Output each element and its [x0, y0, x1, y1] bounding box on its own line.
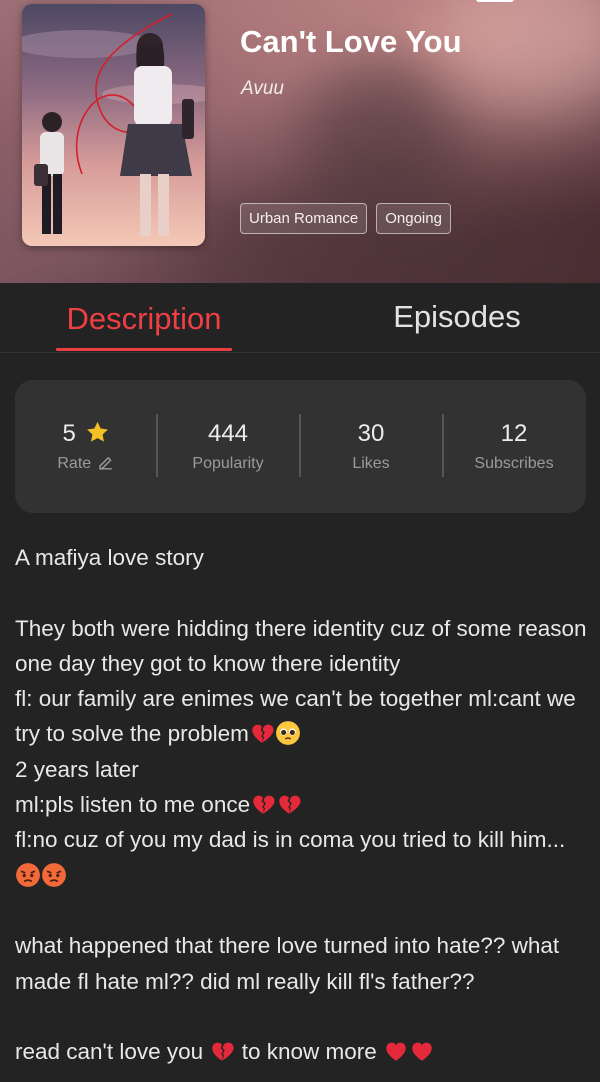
red-heart-emoji-icon: [412, 1042, 432, 1061]
stat-likes: 30 Likes: [300, 380, 442, 513]
description-blank-line: [15, 893, 590, 928]
tab-description-label: Description: [66, 301, 222, 336]
stat-subscribes-value: 12: [500, 420, 528, 447]
broken-heart-emoji-icon: [253, 795, 275, 814]
pleading-face-emoji-icon: [275, 721, 300, 746]
top-bar-button[interactable]: [476, 0, 514, 2]
angry-face-emoji-icon: [42, 862, 66, 887]
description-line: A mafiya love story: [15, 545, 204, 570]
stat-rate-label: Rate: [57, 455, 92, 472]
stat-rate[interactable]: 5 Rate: [15, 380, 157, 513]
stat-popularity: 444 Popularity: [157, 380, 299, 513]
star-icon: [86, 422, 108, 442]
description-line-with-emoji: ml:pls listen to me once: [15, 787, 590, 822]
red-heart-emoji-icon: [386, 1042, 406, 1061]
stat-rate-label-row: Rate: [15, 455, 157, 473]
broken-heart-emoji-icon: [252, 725, 274, 744]
edit-icon[interactable]: [96, 453, 115, 472]
description-line: what happened that there love turned int…: [15, 933, 560, 994]
description-blank-line: [15, 575, 590, 610]
book-tags: Urban Romance Ongoing: [240, 203, 451, 234]
stat-popularity-value: 444: [207, 420, 249, 447]
description-text: read can't love you: [15, 1039, 204, 1065]
description-blank-line: [15, 999, 590, 1034]
tab-episodes[interactable]: Episodes: [380, 283, 534, 353]
tab-episodes-label: Episodes: [393, 299, 521, 334]
stat-likes-value: 30: [357, 420, 385, 447]
description-line: 2 years later: [15, 756, 139, 782]
angry-face-emoji-icon: [16, 862, 40, 887]
stat-likes-label: Likes: [352, 455, 390, 472]
broken-heart-emoji-icon: [212, 1042, 235, 1061]
stat-rate-value: 5: [62, 420, 76, 447]
header-backdrop-blur: [440, 0, 600, 110]
tag-ongoing[interactable]: Ongoing: [376, 203, 451, 234]
stat-popularity-label: Popularity: [192, 455, 264, 472]
tab-description[interactable]: Description: [56, 283, 232, 353]
book-cover-image: [22, 4, 205, 246]
broken-heart-emoji-icon: [279, 795, 301, 814]
description-line-with-emoji: fl:no cuz of you my dad is in coma you t…: [15, 822, 590, 893]
book-author[interactable]: Avuu: [241, 78, 284, 100]
description-text: fl:no cuz of you my dad is in coma you t…: [15, 827, 566, 853]
description-text: to know more: [235, 1039, 377, 1065]
tag-urban-romance[interactable]: Urban Romance: [240, 203, 368, 234]
stats-card: 5 Rate 444 Popularity 30 Likes 12 Subscr…: [15, 380, 586, 513]
tab-bar: Description Episodes: [0, 283, 600, 353]
active-tab-indicator: [56, 348, 232, 351]
book-title: Can't Love You: [240, 24, 462, 59]
stat-subscribes-label: Subscribes: [474, 455, 554, 472]
book-description: A mafiya love story They both were hiddi…: [15, 540, 590, 1069]
description-line-with-emoji: read can't love you to know more: [15, 1034, 590, 1069]
description-line: They both were hidding there identity cu…: [15, 615, 587, 676]
description-line-with-emoji: fl: our family are enimes we can't be to…: [15, 681, 590, 752]
stat-rate-value-row: 5: [15, 420, 157, 448]
book-header: Can't Love You Avuu Urban Romance Ongoin…: [0, 0, 600, 283]
stat-subscribes: 12 Subscribes: [443, 380, 585, 513]
description-text: ml:pls listen to me once: [15, 792, 251, 818]
